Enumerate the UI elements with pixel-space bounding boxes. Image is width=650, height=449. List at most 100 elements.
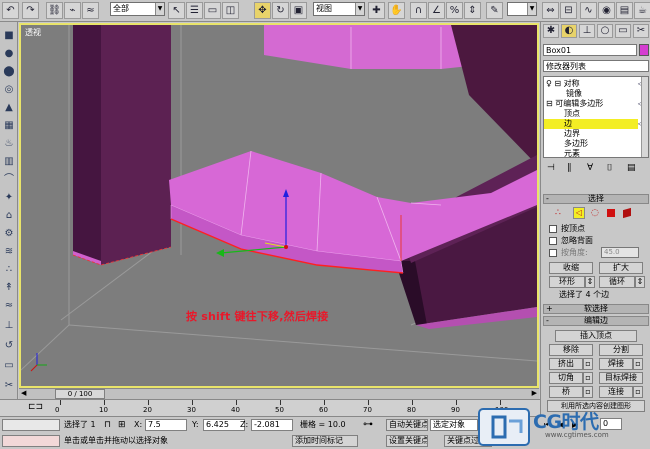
x-coordinate-field[interactable]: 7.5 [145, 419, 187, 431]
object-name-field[interactable]: Box01 [543, 44, 637, 56]
stack-item-vertex[interactable]: 顶点 [544, 109, 638, 119]
motion-tab-icon[interactable]: ○ [597, 24, 613, 38]
teapot-icon[interactable]: ♨ [1, 136, 17, 152]
extrude-settings-icon[interactable]: ▫ [583, 358, 593, 370]
maxscript-listener[interactable] [2, 419, 60, 431]
vertex-mode-icon[interactable]: ∴ [555, 208, 561, 218]
loop-button[interactable]: 循环 [599, 276, 635, 288]
create-tab-icon[interactable]: ✱ [543, 24, 559, 38]
object-color-swatch[interactable] [639, 44, 649, 56]
chamfer-settings-icon[interactable]: ▫ [583, 372, 593, 384]
maxscript-mini-listener[interactable] [2, 435, 60, 447]
absolute-mode-icon[interactable]: ⊞ [118, 420, 126, 430]
ring-spinner[interactable]: ⇕ [585, 276, 595, 288]
light-icon[interactable]: ✦ [1, 190, 17, 206]
angle-field[interactable]: 45.0 [601, 247, 639, 258]
quick-render-icon[interactable]: ☕ [634, 2, 650, 19]
torus-icon[interactable]: ◎ [1, 82, 17, 98]
pivot-center-icon[interactable]: ✚ [368, 2, 385, 19]
cylinder-icon[interactable]: ⬤ [1, 64, 17, 80]
stack-item-polygon[interactable]: 多边形 [544, 139, 638, 149]
by-angle-checkbox[interactable] [549, 249, 557, 257]
move-icon[interactable]: ✥ [254, 2, 271, 19]
element-mode-icon[interactable] [623, 207, 631, 219]
utilities-icon[interactable]: ✂ [1, 378, 17, 394]
rect-selection-icon[interactable]: ▭ [204, 2, 221, 19]
render-setup-icon[interactable]: ▤ [616, 2, 633, 19]
curve-editor-icon[interactable]: ∿ [580, 2, 597, 19]
loop-spinner[interactable]: ⇕ [635, 276, 645, 288]
auto-key-button[interactable]: 自动关键点 [386, 419, 428, 431]
bridge-settings-icon[interactable]: ▫ [583, 386, 593, 398]
selection-rollout-header[interactable]: - 选择 [543, 194, 649, 204]
selected-object-dropdown[interactable]: 选定对象 [430, 419, 478, 431]
select-link-icon[interactable]: ⛓ [46, 2, 63, 19]
modifier-list-dropdown[interactable]: 修改器列表 [543, 60, 649, 72]
cone-icon[interactable]: ▲ [1, 100, 17, 116]
box-icon[interactable]: ■ [1, 28, 17, 44]
edit-edges-rollout-header[interactable]: - 编辑边 [543, 316, 649, 326]
track-bar[interactable]: ⊏⊐ 0102030405060708090100 [0, 399, 540, 416]
unlink-icon[interactable]: ⌁ [64, 2, 81, 19]
time-slider-thumb[interactable]: 0 / 100 [55, 389, 105, 399]
named-selection-icon[interactable]: ✎ [486, 2, 503, 19]
z-coordinate-field[interactable]: -2.081 [251, 419, 293, 431]
bridge-button[interactable]: 桥 [549, 386, 583, 398]
track-bar-icon[interactable]: ⊏⊐ [28, 402, 43, 412]
polygon-mode-icon[interactable] [607, 209, 615, 217]
configure-sets-icon[interactable]: ▤ [627, 163, 636, 173]
percent-snap-icon[interactable]: % [446, 2, 463, 19]
make-unique-icon[interactable]: ∀ [587, 163, 593, 173]
chamfer-button[interactable]: 切角 [549, 372, 583, 384]
ring-button[interactable]: 环形 [549, 276, 585, 288]
stack-item-edge[interactable]: 边 [544, 119, 638, 129]
connect-settings-icon[interactable]: ▫ [633, 386, 643, 398]
ignore-backfacing-checkbox[interactable] [549, 237, 557, 245]
stack-item-mirror[interactable]: 镜像 [544, 89, 638, 99]
select-manipulate-icon[interactable]: ✋ [388, 2, 405, 19]
stack-scrollbar[interactable] [641, 77, 648, 157]
stack-item-symmetry[interactable]: ♀ ⊟ 对称 [544, 79, 638, 89]
insert-vertex-button[interactable]: 插入顶点 [555, 330, 637, 342]
utilities-tab-icon[interactable]: ✂ [633, 24, 649, 38]
connect-button[interactable]: 连接 [599, 386, 633, 398]
perspective-viewport[interactable]: 透视 按 shift 键往下移,然后焊接 [19, 23, 539, 388]
snap-toggle-icon[interactable]: ∩ [410, 2, 427, 19]
window-crossing-icon[interactable]: ◫ [222, 2, 239, 19]
set-key-button[interactable]: 设置关键点 [386, 435, 428, 447]
undo-icon[interactable]: ↶ [2, 2, 19, 19]
space-warp-icon[interactable]: ≋ [1, 244, 17, 260]
wave-icon[interactable]: ≈ [1, 298, 17, 314]
by-vertex-checkbox[interactable] [549, 225, 557, 233]
slider-left-arrow[interactable]: ◀ [21, 389, 26, 397]
modify-tab-icon[interactable]: ◐ [561, 24, 577, 38]
display-icon[interactable]: ▭ [1, 358, 17, 374]
lock-selection-icon[interactable]: ⊓ [104, 420, 111, 430]
redo-icon[interactable]: ↷ [22, 2, 39, 19]
scale-icon[interactable]: ▣ [290, 2, 307, 19]
pin-stack-icon[interactable]: ⊣ [547, 163, 555, 173]
stack-item-border[interactable]: 边界 [544, 129, 638, 139]
material-editor-icon[interactable]: ◉ [598, 2, 615, 19]
align-icon[interactable]: ⊟ [560, 2, 577, 19]
show-end-result-icon[interactable]: ∥ [567, 163, 572, 173]
selection-filter-dropdown[interactable]: 全部 ▼ [110, 2, 165, 16]
weld-button[interactable]: 焊接 [599, 358, 633, 370]
weld-settings-icon[interactable]: ▫ [633, 358, 643, 370]
time-slider[interactable]: 0 / 100 ◀ ▶ [19, 388, 539, 399]
soft-selection-rollout-header[interactable]: + 软选择 [543, 304, 649, 314]
ref-coord-dropdown[interactable]: 视图 ▼ [313, 2, 365, 16]
stack-item-editable-poly[interactable]: ⊟ 可编辑多边形 [544, 99, 638, 109]
shrink-button[interactable]: 收缩 [549, 262, 593, 274]
spinner-snap-icon[interactable]: ⇕ [464, 2, 481, 19]
rotate-icon[interactable]: ↻ [272, 2, 289, 19]
angle-snap-icon[interactable]: ∠ [428, 2, 445, 19]
edge-mode-icon[interactable]: ◁ [573, 207, 585, 219]
border-mode-icon[interactable]: ◌ [591, 208, 599, 218]
helper-icon[interactable]: ⚙ [1, 226, 17, 242]
hierarchy-tab-icon[interactable]: ⊥ [579, 24, 595, 38]
viewport-label[interactable]: 透视 [25, 27, 41, 38]
sphere-icon[interactable]: ● [1, 46, 17, 62]
bone-icon[interactable]: ↟ [1, 280, 17, 296]
split-button[interactable]: 分割 [599, 344, 643, 356]
